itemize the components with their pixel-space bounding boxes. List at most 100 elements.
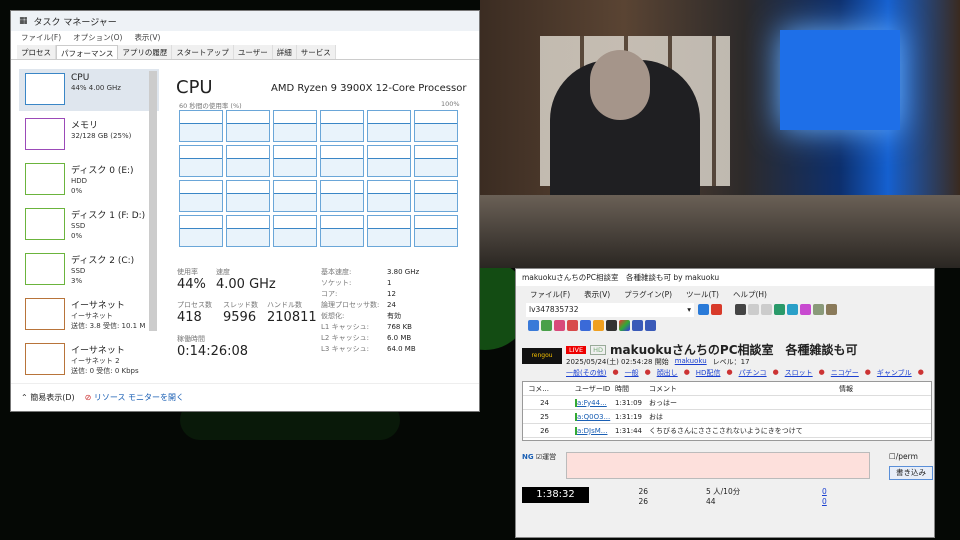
tab-users[interactable]: ユーザー — [233, 45, 273, 59]
footer: ⌃ 簡易表示(D) ⊘ リソース モニターを開く — [11, 383, 479, 411]
chart-icon[interactable] — [812, 304, 824, 315]
gift-count-link[interactable]: 0 — [822, 497, 827, 507]
menu-options[interactable]: オプション(O) — [73, 32, 122, 44]
tag-link[interactable]: 顔出し — [657, 368, 678, 378]
user-id-link[interactable]: a:Q0O3... — [575, 412, 615, 421]
tag-link[interactable]: HD配信 — [696, 368, 721, 378]
tag-link[interactable]: ギャンブル — [877, 368, 912, 378]
core-graph — [320, 110, 364, 142]
core-graph — [367, 145, 411, 177]
tab-details[interactable]: 詳細 — [272, 45, 297, 59]
menu-file[interactable]: ファイル(F) — [21, 32, 61, 44]
tab-processes[interactable]: プロセス — [17, 45, 56, 59]
tag-lock-icon[interactable]: ● — [612, 368, 618, 378]
user-id-link[interactable]: a:DJsM... — [575, 426, 615, 435]
table-row[interactable]: 25 a:Q0O3... 1:31:19 おは — [523, 410, 931, 424]
usage-stat: 使用率 44% — [177, 267, 206, 292]
col-user-id[interactable]: ユーザーID — [575, 384, 615, 394]
sidebar-item[interactable]: ディスク 1 (F: D:) SSD 0% — [19, 204, 159, 246]
tag-lock-icon[interactable]: ● — [773, 368, 779, 378]
tag-link[interactable]: 一般 — [625, 368, 639, 378]
menu-view[interactable]: 表示(V) — [584, 289, 610, 299]
simple-view-button[interactable]: ⌃ 簡易表示(D) — [21, 392, 75, 403]
sidebar-item[interactable]: イーサネット イーサネット 送信: 3.8 受信: 10.1 M — [19, 294, 159, 336]
perm-option[interactable]: ☐/perm — [889, 452, 918, 461]
comment-input[interactable] — [566, 452, 870, 479]
ad-count-link[interactable]: 0 — [822, 487, 827, 497]
col-no[interactable]: コメ... — [523, 384, 553, 394]
level: レベル：17 — [712, 358, 750, 366]
live-id-combo[interactable]: lv347835732 ▾ — [526, 303, 694, 317]
spec-key: L3 キャッシュ: — [321, 345, 369, 353]
col-time[interactable]: 時間 — [615, 384, 649, 394]
tbs-icon[interactable] — [580, 320, 591, 331]
tag-lock-icon[interactable]: ● — [819, 368, 825, 378]
tab-services[interactable]: サービス — [296, 45, 336, 59]
tag-lock-icon[interactable]: ● — [684, 368, 690, 378]
col-comment[interactable]: コメント — [649, 384, 839, 394]
ex-icon[interactable] — [567, 320, 578, 331]
spec-key: 基本速度: — [321, 268, 352, 276]
webcam-feed — [480, 0, 960, 268]
item-detail: 0% — [71, 187, 83, 195]
tag-link[interactable]: 一般(その他) — [566, 368, 606, 378]
menu-help[interactable]: ヘルプ(H) — [733, 289, 767, 299]
sidebar-scrollbar[interactable] — [149, 71, 157, 331]
sidebar-item[interactable]: ディスク 0 (E:) HDD 0% — [19, 159, 159, 201]
tag-lock-icon[interactable]: ● — [865, 368, 871, 378]
item-name: ディスク 0 (E:) — [71, 166, 134, 176]
bs2-icon[interactable] — [645, 320, 656, 331]
nhk2-icon[interactable] — [541, 320, 552, 331]
tab-startup[interactable]: スタートアップ — [172, 45, 234, 59]
sidebar-item[interactable]: イーサネット イーサネット 2 送信: 0 受信: 0 Kbps — [19, 339, 159, 381]
mini-graph — [25, 298, 65, 330]
post-button[interactable]: 書き込み — [889, 466, 933, 480]
table-row[interactable]: 24 a:Fy44... 1:31:09 おっはー — [523, 396, 931, 410]
user-icon[interactable] — [786, 304, 798, 315]
core-graph — [414, 145, 458, 177]
tab-app-history[interactable]: アプリの履歴 — [118, 45, 173, 59]
sidebar-item[interactable]: CPU 44% 4.00 GHz — [19, 69, 159, 111]
tag-lock-icon[interactable]: ● — [726, 368, 732, 378]
tag-link[interactable]: ニコゲー — [831, 368, 859, 378]
bs1-icon[interactable] — [632, 320, 643, 331]
menu-file[interactable]: ファイル(F) — [530, 289, 570, 299]
bookmark-icon[interactable] — [773, 304, 785, 315]
menu-tools[interactable]: ツール(T) — [686, 289, 719, 299]
sidebar-item[interactable]: ディスク 2 (C:) SSD 3% — [19, 249, 159, 291]
thread-label: スレッド数 — [223, 301, 258, 309]
search-icon[interactable] — [799, 304, 811, 315]
table-header: コメ... ユーザーID 時間 コメント 情報 — [523, 382, 931, 396]
gear-icon[interactable] — [825, 304, 837, 315]
col-info[interactable]: 情報 — [839, 384, 873, 394]
menu-view[interactable]: 表示(V) — [134, 32, 160, 44]
undo-icon[interactable] — [734, 304, 746, 315]
ntv-icon[interactable] — [554, 320, 565, 331]
resource-monitor-link[interactable]: ⊘ リソース モニターを開く — [85, 392, 184, 403]
tag-link[interactable]: パチンコ — [739, 368, 767, 378]
connect-icon[interactable] — [698, 304, 709, 315]
tag-link[interactable]: スロット — [785, 368, 813, 378]
menu-plugin[interactable]: プラグイン(P) — [624, 289, 672, 299]
cx-icon[interactable] — [606, 320, 617, 331]
tab-performance[interactable]: パフォーマンス — [56, 45, 119, 59]
tx-icon[interactable] — [593, 320, 604, 331]
cpu-heading: CPU — [176, 77, 213, 98]
tag-lock-icon[interactable]: ● — [645, 368, 651, 378]
core-graph — [226, 180, 270, 212]
item-name: ディスク 1 (F: D:) — [71, 211, 146, 221]
spec-row: コア: 12 — [321, 289, 419, 300]
uptime-value: 0:14:26:08 — [177, 344, 249, 359]
tag-lock-icon[interactable]: ● — [918, 368, 924, 378]
sidebar-item[interactable]: メモリ 32/128 GB (25%) — [19, 114, 159, 156]
owner-link[interactable]: makuoku — [675, 357, 707, 367]
disconnect-icon[interactable] — [711, 304, 722, 315]
nhk-icon[interactable] — [528, 320, 539, 331]
usage-label: 使用率 — [177, 268, 198, 276]
ng-button[interactable]: NG — [522, 453, 534, 461]
mx-icon[interactable] — [619, 320, 630, 331]
table-row[interactable]: 26 a:DJsM... 1:31:44 くちびるさんにささこされないようにきをつけて — [523, 424, 931, 438]
user-id-link[interactable]: a:Fy44... — [575, 398, 615, 407]
item-name: イーサネット — [71, 346, 125, 356]
item-detail: HDD — [71, 177, 88, 185]
